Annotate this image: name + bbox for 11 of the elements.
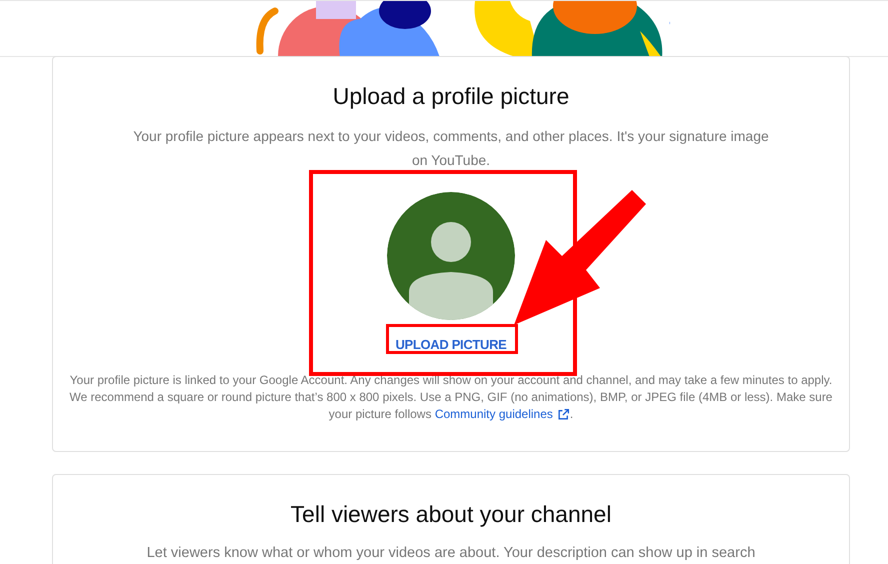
upload-picture-button[interactable]: UPLOAD PICTURE <box>395 334 506 354</box>
pointer-arrow-icon <box>514 190 646 326</box>
section-description: Let viewers know what or whom your videos are about. Your description can show up in search <box>146 544 756 563</box>
section-description: Your profile picture appears next to your videos, comments, and other places. It's your signature image on YouTube. <box>132 126 770 170</box>
avatar-placeholder-icon <box>387 192 515 320</box>
section-title: Tell viewers about your channel <box>290 500 612 529</box>
section-title: Upload a profile picture <box>332 82 570 111</box>
community-guidelines-link[interactable]: Community guidelines <box>434 406 570 422</box>
profile-picture-note: Your profile picture is linked to your Google Account. Any changes will show on your account and channel, and may take a few minutes to apply. We recommend a square or round picture that’s 800 x 800 pixels. Use a PNG, GIF (no animations), BMP, or JPEG file (4MB or less). Make sure your picture follows Community guidelines . <box>68 372 834 422</box>
external-link-icon <box>556 408 570 420</box>
note-period: . <box>570 406 574 420</box>
